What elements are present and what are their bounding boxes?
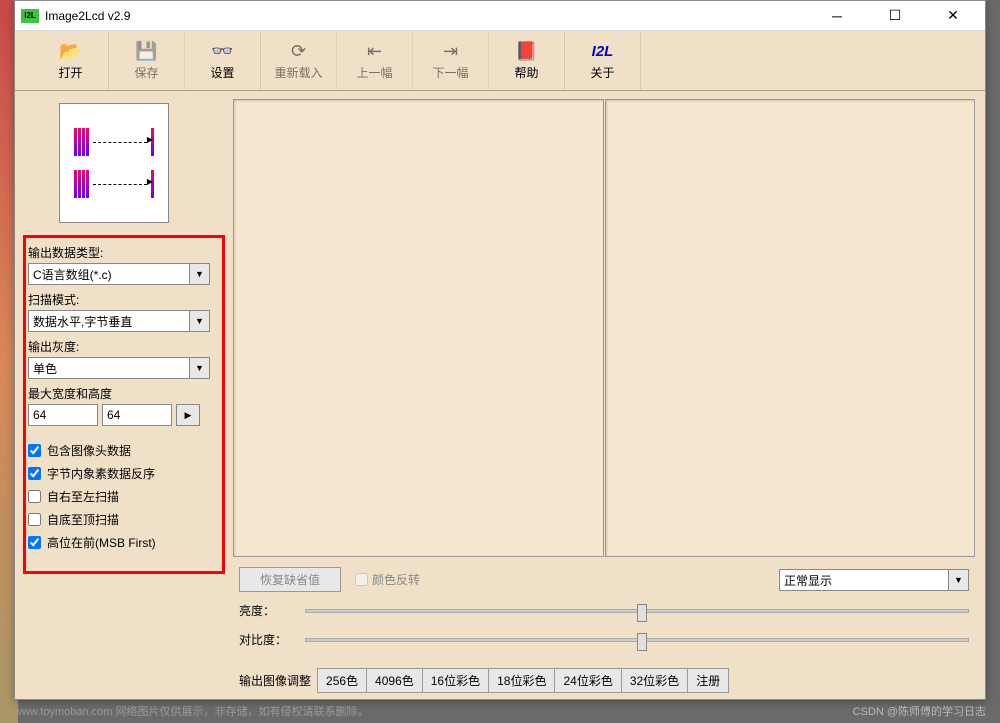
open-button[interactable]: 📂 打开 [33, 31, 109, 90]
help-icon: 📕 [515, 40, 537, 62]
tab-4096[interactable]: 4096色 [366, 668, 423, 693]
chevron-down-icon: ▼ [948, 570, 968, 590]
app-window: I2L Image2Lcd v2.9 ─ ☐ ✕ 📂 打开 💾 保存 👓 设置 … [14, 0, 986, 700]
tab-16bit[interactable]: 16位彩色 [422, 668, 489, 693]
open-folder-icon: 📂 [59, 40, 81, 62]
open-label: 打开 [58, 64, 82, 81]
reload-icon: ⟳ [291, 40, 306, 62]
reverse-pixels-label: 字节内象素数据反序 [47, 465, 155, 482]
chevron-down-icon: ▼ [189, 358, 209, 378]
save-label: 保存 [134, 64, 158, 81]
tab-256[interactable]: 256色 [317, 668, 367, 693]
settings-button[interactable]: 👓 设置 [185, 31, 261, 90]
reload-button: ⟳ 重新载入 [261, 31, 337, 90]
save-icon: 💾 [135, 40, 157, 62]
width-input[interactable] [28, 404, 98, 426]
msb-check[interactable] [28, 536, 41, 549]
about-icon: I2L [592, 40, 614, 62]
brightness-label: 亮度： [239, 602, 295, 619]
chevron-down-icon: ▼ [189, 264, 209, 284]
invert-color-label: 颜色反转 [372, 571, 420, 588]
watermark: CSDN @陈师傅的学习日志 [853, 703, 986, 719]
prev-button: ⇤ 上一幅 [337, 31, 413, 90]
scan-mode-value: 数据水平,字节垂直 [29, 311, 189, 331]
reload-label: 重新载入 [274, 64, 322, 81]
about-button[interactable]: I2L 关于 [565, 31, 641, 90]
next-icon: ⇥ [443, 40, 458, 62]
tab-32bit[interactable]: 32位彩色 [621, 668, 688, 693]
apply-size-button[interactable]: ▶ [176, 404, 200, 426]
contrast-slider[interactable] [305, 638, 969, 642]
scan-mode-select[interactable]: 数据水平,字节垂直 ▼ [28, 310, 210, 332]
gray-select[interactable]: 单色 ▼ [28, 357, 210, 379]
rtl-label: 自右至左扫描 [47, 488, 119, 505]
window-title: Image2Lcd v2.9 [45, 9, 817, 23]
output-preview-pane [605, 99, 976, 557]
gray-label: 输出灰度: [28, 338, 220, 355]
save-button: 💾 保存 [109, 31, 185, 90]
left-panel: 输出数据类型: C语言数组(*.c) ▼ 扫描模式: 数据水平,字节垂直 ▼ [15, 91, 233, 699]
prev-icon: ⇤ [367, 40, 382, 62]
reverse-pixels-check[interactable] [28, 467, 41, 480]
restore-default-button[interactable]: 恢复缺省值 [239, 567, 341, 592]
minimize-button[interactable]: ─ [817, 4, 857, 28]
footer-note: www.toymoban.com 网络图片仅供展示，非存储，如有侵权请联系删除。 [14, 703, 368, 719]
output-type-select[interactable]: C语言数组(*.c) ▼ [28, 263, 210, 285]
chevron-down-icon: ▼ [189, 311, 209, 331]
btt-check[interactable] [28, 513, 41, 526]
titlebar[interactable]: I2L Image2Lcd v2.9 ─ ☐ ✕ [15, 1, 985, 31]
scan-mode-preview [59, 103, 169, 223]
rtl-check[interactable] [28, 490, 41, 503]
btt-label: 自底至顶扫描 [47, 511, 119, 528]
include-header-label: 包含图像头数据 [47, 442, 131, 459]
output-adjust-label: 输出图像调整 [239, 672, 311, 689]
settings-icon: 👓 [211, 40, 233, 62]
output-type-label: 输出数据类型: [28, 244, 220, 261]
tab-24bit[interactable]: 24位彩色 [554, 668, 621, 693]
app-icon: I2L [21, 9, 39, 23]
settings-label: 设置 [210, 64, 234, 81]
display-mode-select[interactable]: 正常显示 ▼ [779, 569, 969, 591]
tab-18bit[interactable]: 18位彩色 [488, 668, 555, 693]
right-area: 恢复缺省值 颜色反转 正常显示 ▼ 亮度： 对比度： [233, 91, 985, 699]
scan-mode-label: 扫描模式: [28, 291, 220, 308]
settings-highlight: 输出数据类型: C语言数组(*.c) ▼ 扫描模式: 数据水平,字节垂直 ▼ [23, 235, 225, 574]
help-label: 帮助 [514, 64, 538, 81]
invert-color-check [355, 573, 368, 586]
gray-value: 单色 [29, 358, 189, 378]
prev-label: 上一幅 [356, 64, 392, 81]
maximize-button[interactable]: ☐ [875, 4, 915, 28]
source-preview-pane [233, 99, 604, 557]
help-button[interactable]: 📕 帮助 [489, 31, 565, 90]
close-button[interactable]: ✕ [933, 4, 973, 28]
next-button: ⇥ 下一幅 [413, 31, 489, 90]
contrast-label: 对比度： [239, 631, 295, 648]
next-label: 下一幅 [432, 64, 468, 81]
toolbar: 📂 打开 💾 保存 👓 设置 ⟳ 重新载入 ⇤ 上一幅 ⇥ 下一幅 📕 帮助 I… [15, 31, 985, 91]
brightness-slider[interactable] [305, 609, 969, 613]
display-mode-value: 正常显示 [780, 570, 948, 590]
include-header-check[interactable] [28, 444, 41, 457]
output-type-value: C语言数组(*.c) [29, 264, 189, 284]
tab-register[interactable]: 注册 [687, 668, 729, 693]
height-input[interactable] [102, 404, 172, 426]
msb-label: 高位在前(MSB First) [47, 534, 156, 551]
size-label: 最大宽度和高度 [28, 385, 220, 402]
about-label: 关于 [590, 64, 614, 81]
